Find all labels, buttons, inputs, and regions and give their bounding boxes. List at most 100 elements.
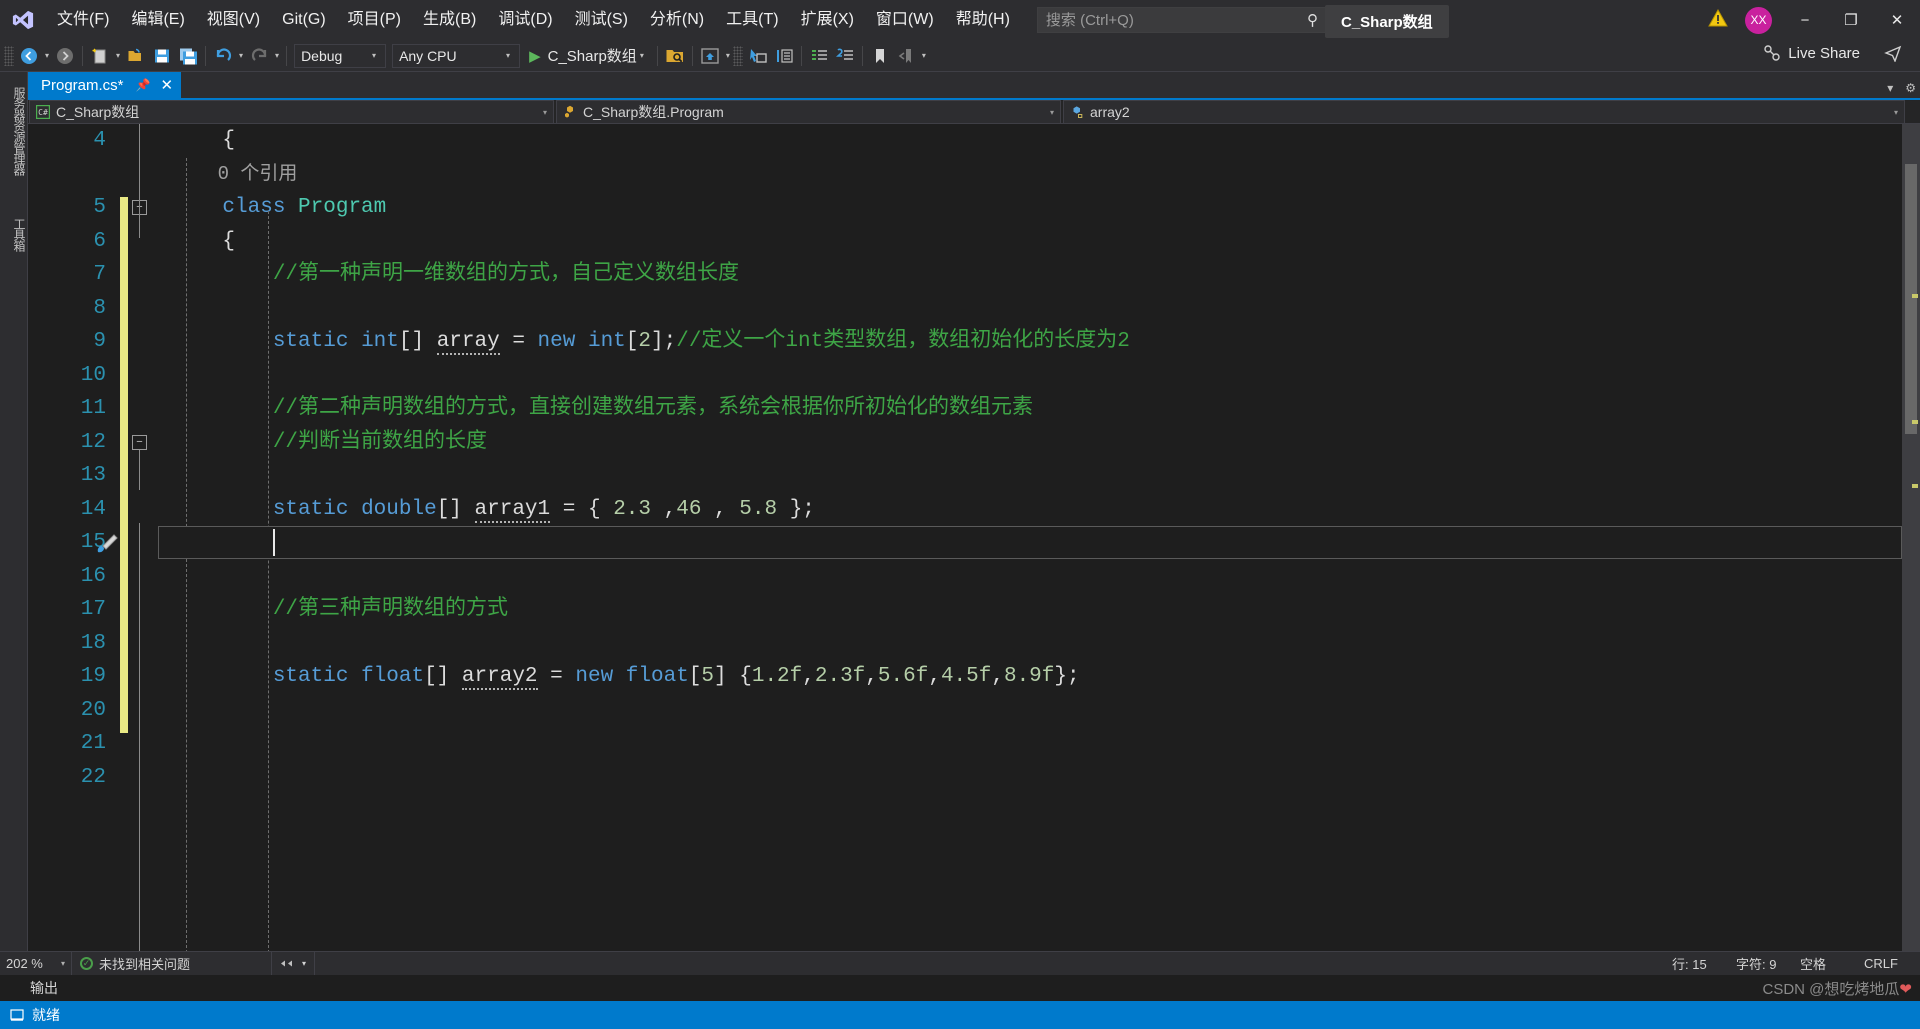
document-tab-label: Program.cs*: [41, 76, 124, 94]
bookmark-dropdown[interactable]: ▾: [919, 51, 929, 60]
new-file-icon[interactable]: [87, 43, 113, 69]
dock-tab-toolbox[interactable]: 工具箱: [0, 208, 28, 260]
search-in-folder-icon[interactable]: [662, 43, 688, 69]
avatar[interactable]: XX: [1745, 6, 1772, 34]
code-line-19: static float[] array2 = new float[5] {1.…: [272, 665, 1080, 690]
live-share-button[interactable]: Live Share: [1763, 44, 1860, 62]
minimize-button[interactable]: −: [1782, 0, 1828, 40]
search-box[interactable]: ⚲: [1036, 7, 1327, 33]
solution-platform-dropdown[interactable]: Any CPU ▾: [392, 43, 521, 68]
line-indicator: 行: 15: [1672, 957, 1707, 972]
menu-item-git[interactable]: Git(G): [271, 0, 337, 40]
previous-bookmark-icon[interactable]: [893, 43, 919, 69]
menu-item-project[interactable]: 项目(P): [337, 0, 412, 40]
editor-area: Program.cs* 📌 ✕ ▾ ⚙ C# C_Sharp数组 ▾ C_Sha…: [28, 72, 1920, 975]
undo-icon[interactable]: [210, 43, 236, 69]
pin-icon[interactable]: 📌: [136, 78, 151, 92]
warning-triangle-icon[interactable]: [1701, 8, 1735, 32]
menu-item-test[interactable]: 测试(S): [564, 0, 639, 40]
window-layout-dropdown[interactable]: ▾: [723, 51, 733, 60]
undo-dropdown[interactable]: ▾: [236, 51, 246, 60]
play-icon: ▶: [529, 47, 541, 65]
navbar-split-view-icon[interactable]: [1906, 100, 1920, 123]
redo-dropdown[interactable]: ▾: [272, 51, 282, 60]
close-icon[interactable]: ✕: [160, 76, 173, 94]
search-input[interactable]: [1045, 11, 1307, 29]
menu-item-tools[interactable]: 工具(T): [715, 0, 789, 40]
restore-button[interactable]: ❐: [1828, 0, 1874, 40]
chevron-down-icon: ▾: [1893, 107, 1898, 117]
redo-icon[interactable]: [246, 43, 272, 69]
line-number-21: 21: [80, 732, 106, 755]
indentation-indicator[interactable]: 空格: [1792, 954, 1856, 973]
properties-window-icon[interactable]: [771, 43, 797, 69]
chevron-down-icon[interactable]: ▾: [637, 51, 647, 60]
navbar-type-label: C_Sharp数组.Program: [583, 104, 724, 120]
code-line-14: static double[] array1 = { 2.3 ,46 , 5.8…: [272, 497, 815, 523]
toolbar-grip[interactable]: [4, 45, 14, 66]
code-line-11: //第二种声明数组的方式，直接创建数组元素，系统会根据你所初始化的数组元素: [272, 397, 1034, 420]
vertical-scrollbar[interactable]: [1902, 124, 1920, 953]
fold-structure-line: [139, 124, 140, 238]
issues-indicator[interactable]: ✓ 未找到相关问题: [72, 951, 272, 976]
start-window-icon[interactable]: [697, 43, 723, 69]
line-number-11: 11: [80, 397, 106, 420]
solution-configuration-dropdown[interactable]: Debug ▾: [294, 43, 387, 68]
dock-tab-server-explorer[interactable]: 服务器资源管理器: [0, 72, 28, 190]
solution-explorer-icon[interactable]: [806, 43, 832, 69]
new-file-dropdown[interactable]: ▾: [113, 51, 123, 60]
start-debugging-button[interactable]: ▶ C_Sharp数组 ▾: [523, 43, 653, 69]
open-folder-icon[interactable]: [123, 43, 149, 69]
code-text-area[interactable]: { 0 个引用 class Program { //第一种声明一维数组的方式，自…: [158, 124, 1920, 953]
menu-item-view[interactable]: 视图(V): [196, 0, 271, 40]
document-tab-program-cs[interactable]: Program.cs* 📌 ✕: [28, 72, 182, 98]
toolbar-grip[interactable]: [732, 45, 743, 66]
navbar-project-dropdown[interactable]: C# C_Sharp数组 ▾: [29, 100, 554, 124]
toolbox-icon[interactable]: [832, 43, 858, 69]
navigate-back-icon[interactable]: [16, 43, 42, 69]
chevron-down-icon[interactable]: ▾: [1887, 81, 1893, 95]
select-window-icon[interactable]: [745, 43, 771, 69]
send-feedback-icon[interactable]: [1884, 44, 1902, 66]
navbar-member-dropdown[interactable]: array2 ▾: [1063, 100, 1905, 124]
menu-item-debug[interactable]: 调试(D): [487, 0, 563, 40]
save-all-icon[interactable]: [175, 43, 201, 69]
gear-icon[interactable]: ⚙: [1905, 81, 1916, 95]
close-button[interactable]: ✕: [1874, 0, 1920, 40]
line-number-13: 13: [80, 464, 106, 487]
bookmark-icon[interactable]: [867, 43, 893, 69]
fold-margin[interactable]: − −: [128, 124, 158, 953]
indent-guide: [268, 211, 269, 953]
menu-item-extensions[interactable]: 扩展(X): [790, 0, 865, 40]
navigate-back-dropdown[interactable]: ▾: [42, 51, 52, 60]
menu-item-help[interactable]: 帮助(H): [945, 0, 1021, 40]
solution-configuration-label: Debug: [301, 47, 343, 64]
save-icon[interactable]: [149, 43, 175, 69]
menu-bar: 文件(F) 编辑(E) 视图(V) Git(G) 项目(P) 生成(B) 调试(…: [46, 0, 1021, 40]
search-icon: ⚲: [1306, 12, 1318, 29]
vertical-scrollbar-thumb[interactable]: [1905, 164, 1917, 434]
quick-actions-icon[interactable]: [92, 528, 122, 565]
chevron-down-icon: ▾: [1049, 107, 1054, 117]
start-debugging-label: C_Sharp数组: [547, 48, 637, 65]
zoom-level-dropdown[interactable]: 202 % ▾: [0, 951, 72, 976]
codelens-gutter-spacer: [28, 158, 106, 192]
menu-item-edit[interactable]: 编辑(E): [120, 0, 195, 40]
line-number-22: 22: [80, 765, 106, 789]
menu-item-file[interactable]: 文件(F): [46, 0, 120, 40]
line-ending-indicator[interactable]: CRLF: [1856, 954, 1920, 973]
navigate-forward-icon[interactable]: [52, 43, 78, 69]
issues-label: 未找到相关问题: [99, 957, 191, 972]
code-editor[interactable]: 4 5 6 7 8 9 10 11 12 13 14 15 16 17 18 19 20 21 22 − − { 0 …: [28, 124, 1920, 953]
editor-status-bar: 202 % ▾ ✓ 未找到相关问题 ▾ 行: 15 字符: 9 空格 CRLF: [0, 951, 1920, 976]
fold-toggle-comment[interactable]: −: [132, 434, 147, 450]
line-number-7: 7: [93, 263, 106, 286]
navigate-icon[interactable]: ▾: [272, 951, 316, 976]
menu-item-window[interactable]: 窗口(W): [865, 0, 945, 40]
navbar-type-dropdown[interactable]: C_Sharp数组.Program ▾: [556, 100, 1061, 124]
watermark: CSDN @想吃烤地瓜❤: [1763, 978, 1912, 999]
menu-item-analyze[interactable]: 分析(N): [639, 0, 715, 40]
menu-item-build[interactable]: 生成(B): [412, 0, 487, 40]
